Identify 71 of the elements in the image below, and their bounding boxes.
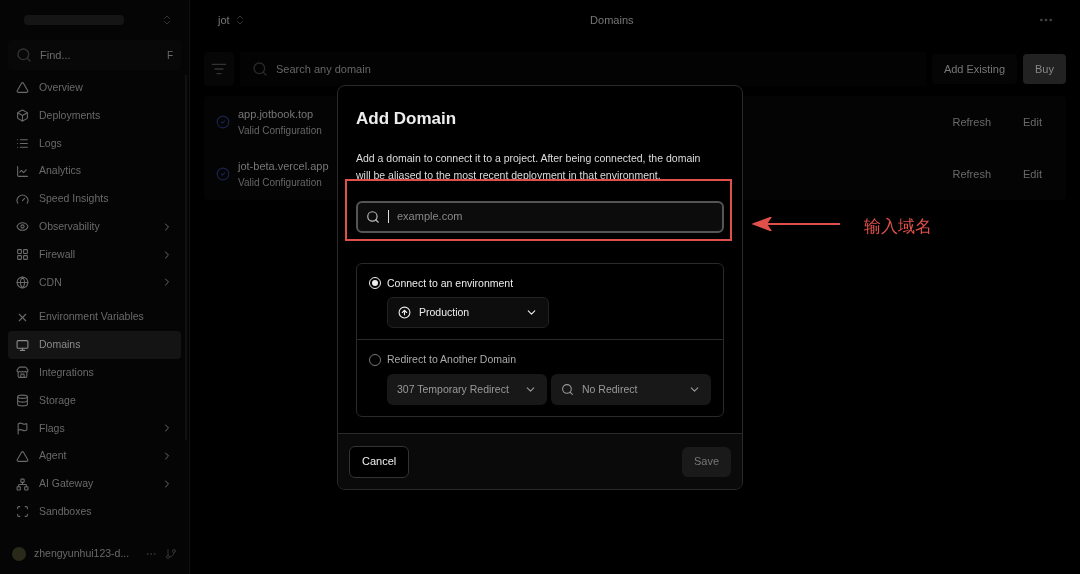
sidebar-item[interactable]: Flags: [8, 414, 181, 443]
monitor-icon: [16, 338, 29, 352]
page-title: Domains: [590, 12, 635, 28]
dialog-description: Add a domain to connect it to a project. After being connected, the domain will be aliased to the most recent deployment in that environment.: [356, 150, 702, 183]
filter-icon: [211, 61, 227, 77]
avatar[interactable]: [12, 547, 26, 562]
option-label: Connect to an environment: [387, 275, 514, 291]
arrow-up-icon: [398, 306, 411, 320]
sidebar-item[interactable]: Firewall: [8, 240, 181, 269]
sidebar-item[interactable]: Logs: [8, 129, 181, 158]
search-placeholder: Search any domain: [276, 61, 371, 77]
search-icon: [252, 61, 268, 77]
dropdown[interactable]: No Redirect: [551, 374, 711, 405]
sidebar-item[interactable]: Integrations: [8, 358, 181, 387]
switch-icon[interactable]: [161, 14, 173, 26]
refresh-button[interactable]: Refresh: [940, 161, 1004, 187]
user-name: zhengyunhui123-d...: [34, 546, 130, 562]
network-icon: [16, 477, 29, 491]
sidebar-item[interactable]: Deployments: [8, 101, 181, 130]
annotation-text: 输入域名: [864, 216, 932, 238]
sidebar-item[interactable]: Speed Insights: [8, 185, 181, 213]
list-icon: [16, 137, 29, 150]
dropdown[interactable]: 307 Temporary Redirect: [387, 374, 547, 405]
chart-icon: [16, 164, 29, 178]
sidebar-item[interactable]: AI Gateway: [8, 470, 181, 498]
eye-icon: [16, 220, 29, 234]
domain-status: Valid Configuration: [238, 175, 323, 190]
search-icon: [561, 383, 574, 396]
edit-button[interactable]: Edit: [1011, 161, 1054, 187]
scan-icon: [16, 505, 29, 519]
filter-button[interactable]: [204, 52, 234, 86]
sidebar-item[interactable]: Sandboxes: [8, 497, 181, 526]
sidebar-item[interactable]: Agent: [8, 442, 181, 471]
check-icon: [216, 167, 230, 181]
grid-icon: [16, 248, 29, 262]
sidebar-item[interactable]: Analytics: [8, 157, 181, 186]
flag-icon: [16, 421, 29, 435]
cancel-button[interactable]: Cancel: [349, 445, 410, 478]
sidebar-item[interactable]: Storage: [8, 386, 181, 415]
search-icon: [16, 47, 32, 63]
edit-button[interactable]: Edit: [1011, 109, 1054, 135]
sidebar-item[interactable]: Overview: [8, 74, 181, 102]
option-label: Redirect to Another Domain: [387, 352, 516, 368]
input-placeholder: example.com: [397, 209, 463, 225]
domain-name[interactable]: app.jotbook.top: [238, 106, 322, 123]
search-icon: [366, 209, 380, 224]
triangle-icon: [16, 81, 29, 95]
sidebar-item[interactable]: CDN: [8, 268, 181, 297]
triangle-icon: [16, 449, 29, 463]
dialog-title: Add Domain: [356, 108, 458, 130]
domain-status: Valid Configuration: [238, 123, 322, 138]
dropdown[interactable]: Production: [387, 297, 549, 329]
globe-icon: [16, 275, 29, 289]
find-placeholder: Find...: [40, 47, 71, 63]
add-existing-button[interactable]: Add Existing: [931, 54, 1018, 84]
check-icon: [216, 115, 230, 129]
branch-icon[interactable]: [165, 548, 177, 561]
refresh-button[interactable]: Refresh: [940, 109, 1004, 135]
sidebar-item[interactable]: Observability: [8, 213, 181, 241]
database-icon: [16, 394, 29, 408]
project-name[interactable]: jot: [218, 11, 230, 29]
cube-icon: [16, 109, 29, 123]
store-icon: [16, 366, 29, 380]
domain-name[interactable]: jot-beta.vercel.app: [238, 158, 329, 175]
buy-button[interactable]: Buy: [1023, 54, 1066, 84]
arrow-icon: [752, 217, 842, 231]
shortcut-key: F: [166, 47, 173, 63]
gauge-icon: [16, 192, 29, 206]
sidebar-item[interactable]: Environment Variables: [8, 303, 181, 332]
sidebar-item[interactable]: Domains: [8, 331, 181, 359]
domain-input-field[interactable]: example.com: [356, 200, 724, 233]
